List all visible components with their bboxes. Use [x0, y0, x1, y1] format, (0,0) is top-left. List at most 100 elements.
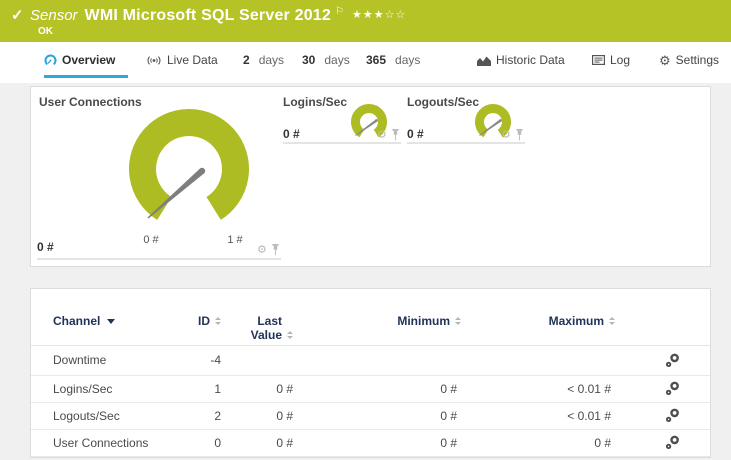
sort-toggle-icon — [609, 317, 615, 325]
gauge-divider — [283, 142, 401, 144]
table-row-downtime: Downtime -4 — [31, 345, 710, 376]
gauge-corner-icons: ⚙ — [377, 129, 400, 141]
table-row-user-connections: User Connections 0 0 # 0 # 0 # — [31, 429, 710, 457]
tab-30-days-number: 30 — [302, 53, 316, 67]
gears-icon — [665, 435, 679, 450]
table-header-row: Channel ID Last Value Minimum Maximum — [31, 289, 710, 346]
status-ok-check-icon: ✓ — [11, 7, 24, 24]
channel-last-value — [231, 345, 293, 375]
gauge-logins-title: Logins/Sec — [283, 95, 348, 109]
gauge-user-connections-value: 0 # — [37, 240, 54, 254]
edit-channel-button[interactable] — [661, 345, 683, 375]
table-row-logouts-sec: Logouts/Sec 2 0 # 0 # < 0.01 # — [31, 402, 710, 430]
tab-historic-data[interactable]: Historic Data — [477, 53, 565, 67]
channel-name[interactable]: Logins/Sec — [53, 375, 183, 402]
sort-toggle-icon — [287, 331, 293, 339]
priority-stars[interactable]: ★★★☆☆ — [352, 8, 406, 21]
column-header-maximum[interactable]: Maximum — [501, 314, 615, 328]
pin-icon[interactable] — [271, 244, 280, 256]
tab-2-days-number: 2 — [243, 53, 250, 67]
sensor-status-header: ✓ Sensor WMI Microsoft SQL Server 2012 ⚐… — [0, 0, 731, 42]
gauge-settings-gear-icon[interactable]: ⚙ — [377, 129, 387, 141]
edit-channel-button[interactable] — [661, 402, 683, 429]
gauge-divider — [37, 258, 281, 260]
tab-bar: Overview Live Data 2 days 30 days 365 da… — [0, 42, 731, 83]
gauge-logins-value: 0 # — [283, 127, 300, 141]
channel-id: 2 — [214, 408, 221, 423]
tab-settings-label: Settings — [675, 53, 720, 67]
channel-maximum: < 0.01 # — [567, 408, 611, 423]
sort-toggle-icon — [455, 317, 461, 325]
channel-minimum: 0 # — [440, 435, 457, 450]
table-row-logins-sec: Logins/Sec 1 0 # 0 # < 0.01 # — [31, 375, 710, 403]
live-broadcast-icon — [146, 55, 162, 66]
prtg-sensor-page: ✓ Sensor WMI Microsoft SQL Server 2012 ⚐… — [0, 0, 731, 460]
channel-maximum: < 0.01 # — [567, 381, 611, 396]
tab-2-days[interactable]: 2 days — [243, 53, 284, 67]
channel-name[interactable]: Downtime — [53, 345, 183, 375]
pin-icon[interactable] — [515, 129, 524, 141]
column-header-maximum-label: Maximum — [548, 314, 604, 328]
flag-icon[interactable]: ⚐ — [335, 6, 344, 17]
edit-channel-button[interactable] — [661, 375, 683, 402]
column-header-minimum[interactable]: Minimum — [351, 314, 461, 328]
tab-log[interactable]: Log — [592, 53, 630, 67]
sensor-title: WMI Microsoft SQL Server 2012 — [84, 7, 332, 24]
column-header-minimum-label: Minimum — [397, 314, 450, 328]
tab-live-data-label: Live Data — [167, 53, 218, 67]
gauge-divider — [407, 142, 525, 144]
tab-365-days-number: 365 — [366, 53, 387, 67]
gauge-scale-min-label: 0 # — [143, 234, 159, 246]
channel-minimum: 0 # — [440, 408, 457, 423]
area-chart-icon — [477, 55, 491, 66]
gauge-corner-icons: ⚙ — [501, 129, 524, 141]
active-tab-underline — [44, 75, 128, 78]
tab-overview-label: Overview — [62, 53, 116, 67]
gauge-corner-icons: ⚙ — [257, 244, 280, 256]
column-header-id-label: ID — [198, 314, 210, 328]
tab-365-days[interactable]: 365 days — [366, 53, 420, 67]
edit-channel-button[interactable] — [661, 429, 683, 456]
channel-last-value: 0 # — [276, 381, 293, 396]
column-header-last-value[interactable]: Last Value — [221, 314, 293, 342]
channel-id: 1 — [214, 381, 221, 396]
column-header-id[interactable]: ID — [161, 314, 221, 328]
gauge-logouts-title: Logouts/Sec — [407, 95, 480, 109]
channel-maximum: 0 # — [594, 435, 611, 450]
log-list-icon — [592, 55, 605, 65]
user-connections-gauge[interactable] — [127, 107, 253, 233]
column-header-channel-label: Channel — [53, 314, 101, 328]
sort-descending-icon — [107, 319, 116, 324]
sensor-kind-label: Sensor — [30, 7, 78, 24]
gears-icon — [665, 381, 679, 396]
gauge-logouts-value: 0 # — [407, 127, 424, 141]
channel-last-value: 0 # — [276, 435, 293, 450]
channels-table-panel: Channel ID Last Value Minimum Maximum Do… — [30, 288, 711, 458]
channel-name[interactable]: User Connections — [53, 429, 183, 456]
channel-minimum — [351, 345, 457, 375]
channel-minimum: 0 # — [440, 381, 457, 396]
tab-overview[interactable]: Overview — [44, 53, 115, 67]
pin-icon[interactable] — [391, 129, 400, 141]
gears-icon — [665, 408, 679, 423]
channel-name[interactable]: Logouts/Sec — [53, 402, 183, 429]
tab-live-data[interactable]: Live Data — [146, 53, 218, 67]
tab-log-label: Log — [610, 53, 631, 67]
gauge-icon — [44, 53, 57, 67]
gears-icon — [665, 353, 679, 367]
channel-id: 0 — [214, 435, 221, 450]
settings-gear-icon: ⚙ — [659, 52, 671, 68]
column-header-channel[interactable]: Channel — [53, 314, 116, 328]
tab-365-days-unit: days — [395, 53, 421, 67]
gauges-panel: User Connections 0 # 1 # 0 # ⚙ Logins/Se… — [30, 86, 711, 267]
gauge-settings-gear-icon[interactable]: ⚙ — [501, 129, 511, 141]
gauge-scale-max-label: 1 # — [227, 234, 243, 246]
gauge-settings-gear-icon[interactable]: ⚙ — [257, 244, 267, 256]
column-header-last-value-label: Last Value — [250, 314, 282, 342]
tab-2-days-unit: days — [258, 53, 285, 67]
tab-30-days-unit: days — [324, 53, 350, 67]
channel-maximum — [501, 345, 611, 375]
tab-settings[interactable]: ⚙ Settings — [659, 53, 719, 67]
tab-historic-data-label: Historic Data — [496, 53, 565, 67]
tab-30-days[interactable]: 30 days — [302, 53, 350, 67]
